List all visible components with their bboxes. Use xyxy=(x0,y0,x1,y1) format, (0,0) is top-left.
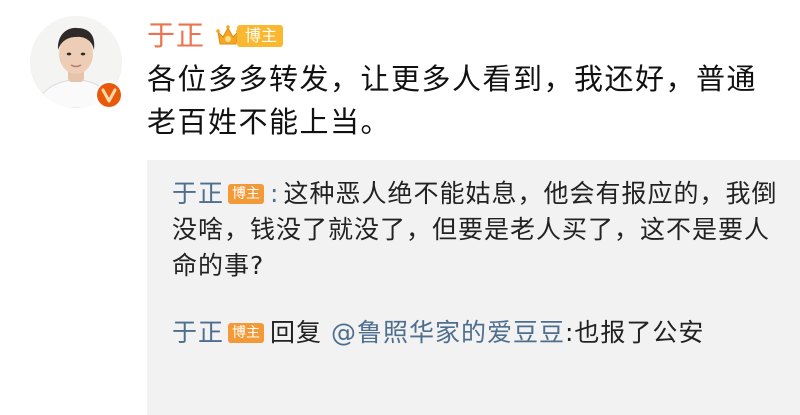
comment-item: 于正 博主: 这种恶人绝不能姑息，他会有报应的，我倒没啥，钱没了就没了，但要是老人买… xyxy=(172,176,782,284)
post-header: 于正 博主 xyxy=(147,16,284,56)
comment-author[interactable]: 于正 xyxy=(172,318,224,347)
comment-author-badge: 博主 xyxy=(228,323,265,343)
reply-prefix: 回复 xyxy=(270,318,323,347)
comment-separator: : xyxy=(270,179,280,208)
comment-author-badge: 博主 xyxy=(228,184,265,204)
mention-link[interactable]: @鲁照华家的爱豆豆 xyxy=(331,318,565,347)
verified-v-icon xyxy=(94,80,124,110)
comment-text: :也报了公安 xyxy=(565,318,705,347)
avatar-container[interactable] xyxy=(30,16,124,110)
weibo-post: 于正 博主 各位多多转发，让更多人看到，我还好，普通老百姓不能上当。 于正 博主:… xyxy=(0,0,800,415)
comment-item: 于正 博主 回复 @鲁照华家的爱豆豆:也报了公安 xyxy=(172,315,782,351)
post-body: 各位多多转发，让更多人看到，我还好，普通老百姓不能上当。 xyxy=(147,62,758,139)
comment-author[interactable]: 于正 xyxy=(172,179,224,208)
comment-section: 于正 博主: 这种恶人绝不能姑息，他会有报应的，我倒没啥，钱没了就没了，但要是老人买… xyxy=(147,160,800,415)
blogger-badge: 博主 xyxy=(215,21,284,51)
blogger-badge-label: 博主 xyxy=(237,25,284,47)
author-name[interactable]: 于正 xyxy=(147,16,205,56)
